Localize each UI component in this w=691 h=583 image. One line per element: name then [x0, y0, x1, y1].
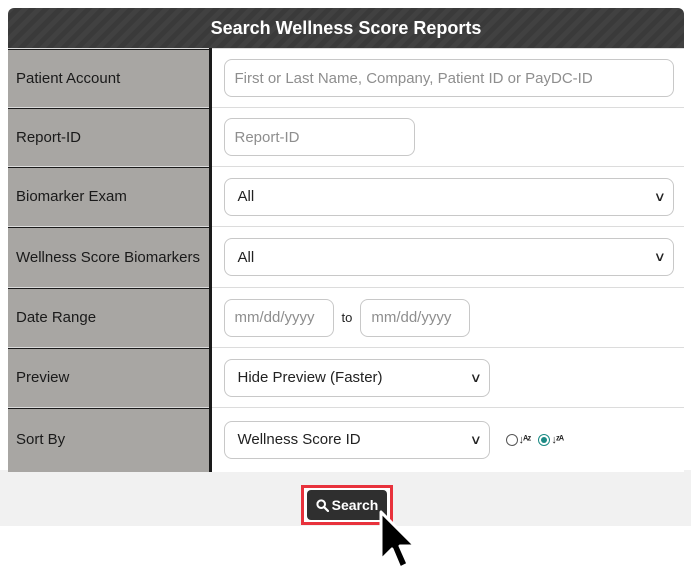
row-patient-account: Patient Account	[8, 48, 684, 108]
wellness-biomarkers-select[interactable]: All ∨	[223, 238, 674, 276]
row-wellness-biomarkers: Wellness Score Biomarkers All ∨	[8, 226, 684, 288]
row-report-id: Report-ID	[8, 107, 684, 167]
preview-select[interactable]: Hide Preview (Faster) ∨	[223, 358, 490, 397]
wellness-biomarkers-label: Wellness Score Biomarkers	[8, 226, 212, 288]
panel-title: Search Wellness Score Reports	[8, 8, 684, 48]
date-to-input[interactable]	[360, 298, 471, 337]
search-panel: Search Wellness Score Reports Patient Ac…	[8, 8, 684, 472]
sort-by-label: Sort By	[8, 407, 212, 472]
sort-descending-radio[interactable]	[538, 433, 551, 446]
sort-a-z-icon: ↓ᴬᶻ	[518, 433, 532, 446]
row-preview: Preview Hide Preview (Faster) ∨	[8, 347, 684, 408]
chevron-down-icon: ∨	[653, 249, 666, 264]
preview-label: Preview	[8, 347, 212, 408]
chevron-down-icon: ∨	[469, 431, 482, 447]
date-from-input[interactable]	[223, 298, 334, 337]
biomarker-exam-select[interactable]: All ∨	[223, 177, 674, 216]
patient-account-input[interactable]	[223, 59, 674, 97]
row-date-range: Date Range to	[8, 287, 684, 348]
wellness-biomarkers-value: All	[237, 248, 255, 266]
magnifier-icon	[316, 498, 329, 512]
row-sort-by: Sort By Wellness Score ID ∨ ↓ᴬᶻ ↓ᶻᴬ	[8, 407, 684, 472]
chevron-down-icon: ∨	[469, 369, 482, 385]
chevron-down-icon: ∨	[653, 188, 666, 204]
mouse-pointer-icon	[379, 510, 417, 570]
sort-ascending-radio[interactable]	[505, 433, 518, 446]
patient-account-label: Patient Account	[8, 48, 212, 108]
report-id-label: Report-ID	[8, 107, 212, 167]
sort-by-value: Wellness Score ID	[237, 431, 361, 449]
preview-value: Hide Preview (Faster)	[237, 369, 383, 386]
search-form: Patient Account Report-ID Biomarker Exam…	[8, 48, 684, 472]
date-range-label: Date Range	[8, 287, 212, 348]
search-button[interactable]: Search	[307, 490, 387, 520]
biomarker-exam-label: Biomarker Exam	[8, 166, 212, 227]
row-biomarker-exam: Biomarker Exam All ∨	[8, 166, 684, 227]
date-to-label: to	[341, 310, 353, 325]
sort-by-select[interactable]: Wellness Score ID ∨	[223, 420, 490, 459]
sort-z-a-icon: ↓ᶻᴬ	[551, 433, 564, 446]
report-id-input[interactable]	[223, 118, 415, 156]
search-button-label: Search	[331, 497, 379, 513]
biomarker-exam-value: All	[237, 188, 255, 205]
